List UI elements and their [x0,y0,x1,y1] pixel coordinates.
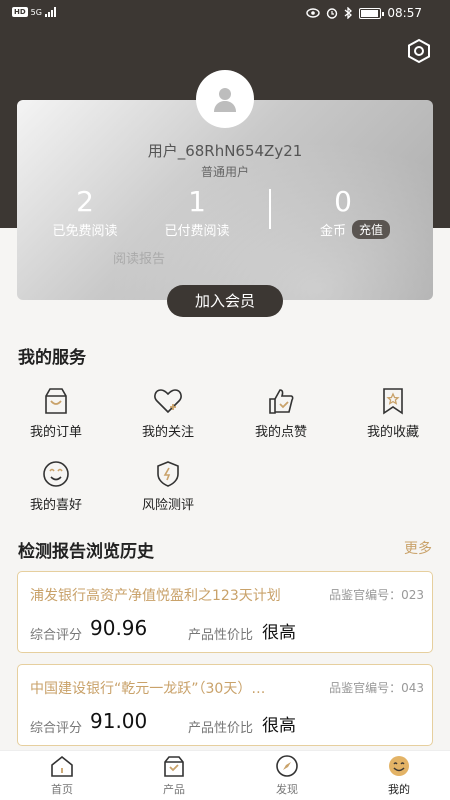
status-bar: HD 5G 08:57 [0,0,450,28]
bottom-tab-bar: 首页 产品 发现 我的 [0,750,450,800]
hd-badge: HD [12,7,28,17]
history-card-title: 中国建设银行“乾元一龙跃”（30天）… [30,681,266,697]
alarm-icon [327,8,338,19]
service-my-favorites[interactable]: 我的收藏 [343,385,443,440]
coin-count: 0 [334,185,352,218]
service-risk-assessment[interactable]: 风险测评 [118,458,218,513]
product-bag-icon [164,756,184,777]
user-type: 普通用户 [200,165,249,179]
settings-hexagon-icon[interactable] [406,38,432,64]
score-label: 综合评分 [30,628,83,643]
home-icon [51,755,73,777]
thumbs-up-icon [269,389,294,414]
service-my-likes[interactable]: 我的点赞 [231,385,331,440]
profile-smile-icon [389,756,409,776]
history-card-code: 品鉴官编号：023 [329,588,424,602]
tab-mine[interactable]: 我的 [349,753,449,797]
service-my-orders[interactable]: 我的订单 [6,385,106,440]
paid-read-count: 1 [188,185,206,218]
shield-bolt-icon [157,461,179,487]
tab-label: 我的 [388,783,410,796]
network-label: 5G [30,7,42,17]
tab-products[interactable]: 产品 [124,753,224,797]
history-card-title: 浦发银行高资产净值悦盈利之123天计划 [30,588,281,604]
eye-icon [306,8,321,18]
tab-home[interactable]: 首页 [12,753,112,797]
service-label: 我的喜好 [29,498,82,513]
services-title: 我的服务 [18,348,86,368]
score-label: 综合评分 [30,721,83,736]
tab-discover[interactable]: 发现 [237,753,337,797]
service-label: 我的点赞 [254,425,307,440]
tab-label: 首页 [51,783,73,796]
service-label: 我的关注 [141,425,194,440]
shopping-bag-icon [45,388,67,414]
reading-report-link[interactable]: 阅读报告 [113,248,165,267]
status-right: 08:57 [306,6,422,20]
history-card[interactable]: 浦发银行高资产净值悦盈利之123天计划 品鉴官编号：023 综合评分 90.96… [17,571,433,653]
coin-label: 金币 [320,224,347,239]
avatar[interactable] [196,70,254,128]
value-rating: 很高 [262,716,296,736]
history-card[interactable]: 中国建设银行“乾元一龙跃”（30天）… 品鉴官编号：043 综合评分 91.00… [17,664,433,746]
history-card-code: 品鉴官编号：043 [329,681,424,695]
battery-icon [359,7,385,19]
service-label: 我的收藏 [366,425,419,440]
coin-stat: 0 金币 充值 [320,186,410,239]
status-left: HD 5G [12,7,57,17]
tab-label: 发现 [276,783,298,796]
free-read-count: 2 [76,185,94,218]
username: 用户_68RhN654Zy21 [147,142,303,160]
service-my-preferences[interactable]: 我的喜好 [6,458,106,513]
recharge-button[interactable]: 充值 [352,220,391,239]
compass-icon [276,755,298,777]
service-label: 我的订单 [29,425,82,440]
signal-icon [44,7,56,17]
bookmark-star-icon [383,388,403,415]
value-label: 产品性价比 [188,721,254,736]
score-value: 90.96 [90,616,148,640]
history-more-link[interactable]: 更多 [404,538,432,558]
service-my-follows[interactable]: 我的关注 [118,385,218,440]
tab-label: 产品 [163,783,185,796]
value-rating: 很高 [262,623,296,643]
free-read-label: 已免费阅读 [52,224,118,239]
value-label: 产品性价比 [188,628,254,643]
bluetooth-icon [344,7,353,19]
smile-icon [43,461,69,487]
stat-divider [269,189,271,229]
heart-plus-icon [154,389,182,414]
score-value: 91.00 [90,709,148,733]
join-member-button[interactable]: 加入会员 [167,285,283,317]
paid-read-label: 已付费阅读 [164,224,230,239]
user-silhouette-icon [214,88,236,112]
history-title: 检测报告浏览历史 [18,542,154,562]
service-label: 风险测评 [141,498,194,513]
free-read-stat[interactable]: 2 已免费阅读 [35,185,135,240]
paid-read-stat[interactable]: 1 已付费阅读 [147,185,247,240]
status-time: 08:57 [387,6,422,20]
